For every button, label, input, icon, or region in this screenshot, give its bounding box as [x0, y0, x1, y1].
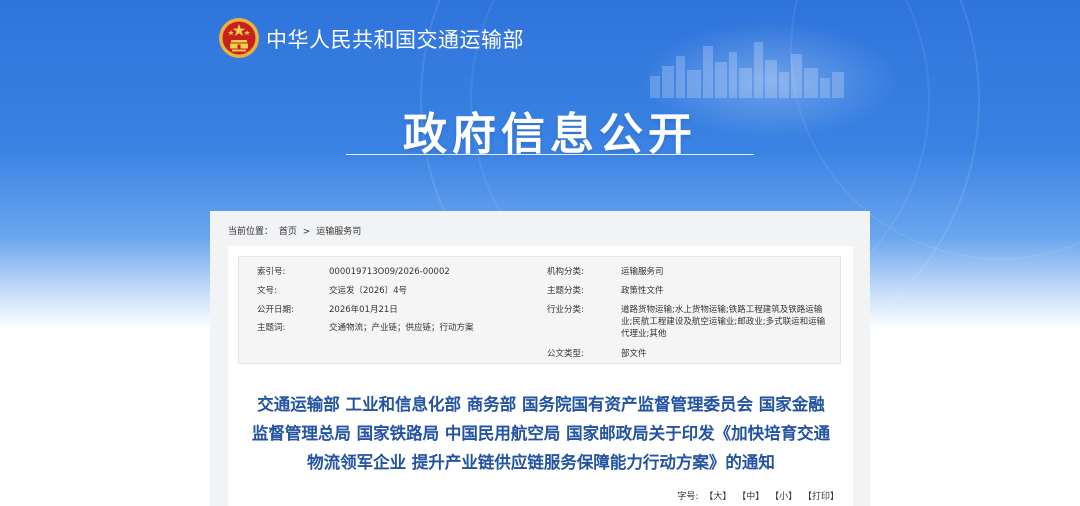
page-title: 政府信息公开: [403, 109, 697, 160]
doc-no-label: 文号:: [257, 286, 277, 296]
index-label: 索引号:: [257, 267, 286, 277]
font-size-label: 字号:: [677, 492, 699, 502]
industry-value: 道路货物运输;水上货物运输;铁路工程建筑及铁路运输业;民航工程建设及航空运输业;…: [621, 305, 826, 339]
breadcrumb-label: 当前位置：: [228, 227, 274, 237]
font-size-medium-button[interactable]: 【中】: [737, 492, 764, 502]
metadata-table: 索引号: 000019713O09/2026-00002 机构分类: 运输服务司…: [238, 256, 841, 364]
topic-label: 主题分类:: [547, 286, 584, 296]
industry-label: 行业分类:: [547, 305, 584, 315]
ministry-name[interactable]: 中华人民共和国交通运输部: [266, 24, 524, 54]
font-size-large-button[interactable]: 【大】: [704, 492, 731, 502]
font-size-small-button[interactable]: 【小】: [770, 492, 797, 502]
index-value: 000019713O09/2026-00002: [329, 267, 450, 277]
document-title: 交通运输部 工业和信息化部 商务部 国务院国有资产监督管理委员会 国家金融监督管…: [251, 395, 831, 472]
org-value: 运输服务司: [621, 267, 664, 277]
keywords-value: 交通物流；产业链；供应链；行动方案: [329, 323, 474, 333]
print-button[interactable]: 【打印】: [803, 492, 839, 502]
doc-no-value: 交运发〔2026〕4号: [329, 286, 408, 296]
keywords-label: 主题词:: [257, 323, 286, 333]
breadcrumb-separator: >: [302, 227, 311, 237]
org-label: 机构分类:: [547, 267, 584, 277]
national-emblem-icon: [219, 18, 259, 58]
topic-value: 政策性文件: [621, 286, 664, 296]
breadcrumb-home-link[interactable]: 首页: [279, 227, 297, 237]
date-value: 2026年01月21日: [329, 305, 398, 315]
breadcrumb-current-link[interactable]: 运输服务司: [316, 227, 361, 237]
font-size-controls: 字号: 【大】 【中】 【小】 【打印】: [674, 489, 839, 502]
doc-type-value: 部文件: [621, 349, 647, 359]
date-label: 公开日期:: [257, 305, 294, 315]
city-skyline-icon: [650, 42, 844, 98]
content-panel: 当前位置： 首页 > 运输服务司 索引号: 000019713O09/2026-…: [210, 211, 870, 506]
article-container: 索引号: 000019713O09/2026-00002 机构分类: 运输服务司…: [228, 246, 853, 506]
doc-type-label: 公文类型:: [547, 349, 584, 359]
breadcrumb: 当前位置： 首页 > 运输服务司: [228, 224, 364, 237]
title-divider: [346, 154, 754, 155]
